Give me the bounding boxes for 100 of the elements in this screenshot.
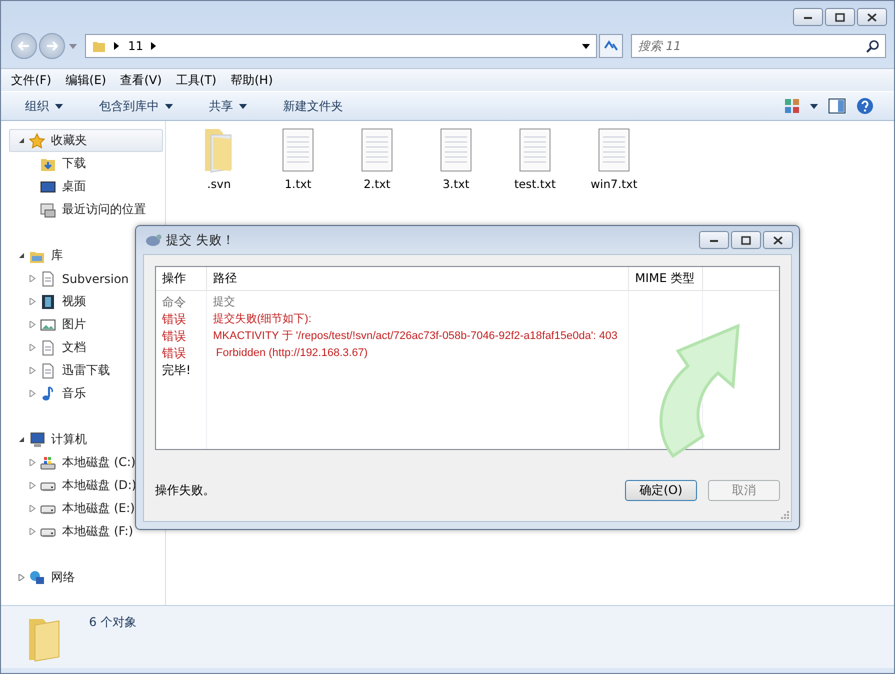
ok-button[interactable]: 确定(O) [625,480,697,501]
dropdown-icon[interactable] [810,104,818,108]
forward-button[interactable] [39,33,65,59]
sidebar-header[interactable]: 网络 [51,569,75,586]
sidebar-item[interactable]: 下载 [62,155,86,172]
sidebar-item[interactable]: 桌面 [62,178,86,195]
toolbar-button[interactable]: 组织 [19,96,69,116]
file-name: win7.txt [590,177,638,191]
file-name: 3.txt [442,177,470,191]
sidebar-item[interactable]: Subversion [62,272,129,286]
minimize-icon [709,237,719,243]
sidebar-item[interactable]: 图片 [62,316,86,333]
close-button[interactable] [763,231,793,249]
refresh-button[interactable] [599,34,623,58]
expand-icon[interactable] [29,367,36,374]
maximize-icon [835,12,845,22]
expanded-icon[interactable] [18,252,25,259]
chevron-icon [151,42,158,50]
folder-icon [92,39,106,53]
expand-icon[interactable] [18,574,25,581]
breadcrumb[interactable]: 11 [128,39,144,53]
sidebar-item[interactable]: 本地磁盘 (C:) [62,454,136,471]
file-name: .svn [207,177,231,191]
expanded-icon[interactable] [18,436,25,443]
path-cell-text: MKACTIVITY 于 '/repos/test/!svn/act/726ac73f-058b-7046-92f2-a18faf15e0da': 403 [213,329,619,344]
dialog-title: 提交 失败！ [166,232,235,248]
search-field[interactable]: 搜索 11 [631,34,886,58]
close-button[interactable] [857,8,887,26]
minimize-button[interactable] [699,231,729,249]
sidebar-item[interactable]: 本地磁盘 (E:) [62,500,135,517]
maximize-button[interactable] [825,8,855,26]
menu-item[interactable]: 文件(F) [11,72,52,88]
sidebar-item[interactable]: 迅雷下载 [62,362,110,379]
expand-icon[interactable] [29,459,36,466]
forward-arrow-icon [46,41,58,51]
column-header[interactable]: 路径 [207,267,629,290]
picture-frame-icon [40,316,56,332]
action-cell-text: 完毕! [162,362,192,379]
expand-icon[interactable] [29,505,36,512]
recent-places-icon [40,202,56,218]
sidebar-item[interactable]: 本地磁盘 (D:) [62,477,136,494]
action-cell-text: 错误 [162,345,187,362]
action-cell-text: 错误 [162,311,187,328]
action-cell-text: 命令 [162,294,187,311]
expand-icon[interactable] [29,344,36,351]
maximize-button[interactable] [731,231,761,249]
menu-item[interactable]: 查看(V) [120,72,162,88]
sidebar-header[interactable]: 收藏夹 [51,132,87,149]
desktop-icon [40,178,56,194]
network-icon [29,570,45,586]
sidebar-item[interactable]: 本地磁盘 (F:) [62,523,134,540]
expand-icon[interactable] [29,275,36,282]
expand-icon[interactable] [29,528,36,535]
expand-icon[interactable] [29,482,36,489]
path-cell-text: Forbidden (http://192.168.3.67) [215,346,369,361]
sidebar-item[interactable]: 音乐 [62,385,86,402]
sidebar-item[interactable]: 视频 [62,293,86,310]
item-count: 6 个对象 [89,614,136,631]
toolbar-button[interactable]: 新建文件夹 [277,96,349,116]
menu-item[interactable]: 工具(T) [176,72,216,88]
toolbar-button[interactable]: 包含到库中 [93,96,179,116]
status-message: 操作失败。 [155,482,215,499]
address-bar[interactable]: 11 [85,34,597,58]
chevron-icon [114,42,120,50]
back-button[interactable] [11,33,37,59]
menu-item[interactable]: 帮助(H) [230,72,273,88]
close-icon [867,12,877,22]
search-icon [866,40,879,53]
minimize-button[interactable] [793,8,823,26]
help-icon[interactable] [856,97,874,115]
close-icon [773,236,783,244]
sidebar-header[interactable]: 计算机 [51,431,87,448]
document-icon [40,340,56,356]
toolbar-button[interactable]: 共享 [203,96,253,116]
expand-icon[interactable] [29,390,36,397]
path-cell-text: 提交失败(细节如下): [213,312,312,327]
column-header[interactable]: 操作 [156,267,207,290]
document-icon [40,270,56,286]
film-icon [40,294,56,310]
file-name: 2.txt [364,177,390,191]
maximize-icon [741,236,751,244]
file-name: test.txt [514,177,556,191]
document-icon [40,362,56,378]
view-options-icon[interactable] [784,98,800,114]
menu-item[interactable]: 编辑(E) [65,72,106,88]
system-drive-icon [40,454,56,470]
back-arrow-icon [18,41,30,51]
resize-grip-icon[interactable] [780,510,790,520]
expand-icon[interactable] [29,321,36,328]
path-cell-text: 提交 [213,294,236,310]
file-name: 1.txt [284,177,312,191]
minimize-icon [803,14,813,20]
column-header[interactable]: MIME 类型 [629,267,703,290]
preview-pane-icon[interactable] [828,98,846,114]
expand-icon[interactable] [29,298,36,305]
sidebar-item[interactable]: 文档 [62,339,86,356]
sidebar-item[interactable]: 最近访问的位置 [62,201,146,218]
expanded-icon[interactable] [18,137,25,144]
star-icon [29,132,45,148]
sidebar-header[interactable]: 库 [51,247,63,264]
